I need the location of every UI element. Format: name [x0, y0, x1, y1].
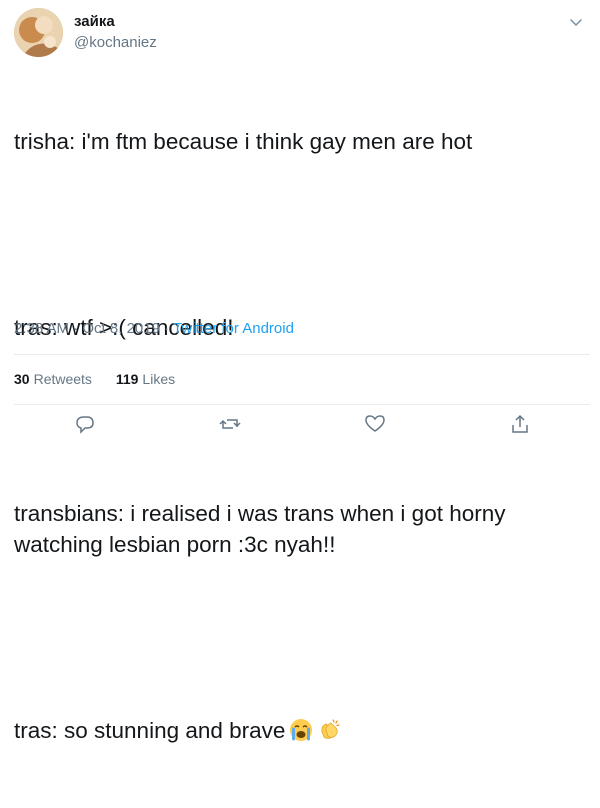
display-name[interactable]: зайка: [74, 12, 157, 31]
user-handle[interactable]: @kochaniez: [74, 33, 157, 53]
tweet-header: зайка @kochaniez: [14, 8, 590, 58]
share-icon[interactable]: [509, 414, 531, 434]
tweet-date[interactable]: Oct 8, 2019: [82, 320, 160, 337]
meta-separator: ·: [164, 320, 170, 337]
divider: [14, 354, 590, 355]
likes-count: 119: [115, 371, 139, 387]
tweet-source-link[interactable]: Twitter for Android: [173, 320, 294, 337]
tweet-text: trisha: i'm ftm because i think gay men …: [14, 64, 574, 808]
divider: [14, 404, 590, 405]
retweets-label: Retweets: [33, 371, 92, 387]
tweet-time[interactable]: 2:38 AM: [14, 320, 69, 337]
tweet-actions: [14, 412, 590, 434]
chevron-down-icon[interactable]: [568, 14, 584, 30]
retweet-icon[interactable]: [219, 414, 241, 434]
tweet-stats: 30 Retweets 119 Likes: [14, 369, 195, 389]
tweet-line: tras: so stunning and brave: [14, 718, 286, 743]
tweet-line: transbians: i realised i was trans when …: [14, 501, 512, 557]
clapping-hands-emoji: [321, 719, 341, 739]
retweets-count: 30: [14, 371, 30, 387]
meta-separator: ·: [73, 320, 79, 337]
tweet-card: зайка @kochaniez trisha: i'm ftm because…: [0, 0, 600, 743]
avatar-image: [14, 8, 63, 57]
likes-stat[interactable]: 119 Likes: [116, 371, 175, 387]
tweet-line-last: tras: so stunning and brave: [14, 715, 574, 746]
reply-icon[interactable]: [74, 414, 96, 434]
retweets-stat[interactable]: 30 Retweets: [14, 371, 92, 387]
avatar[interactable]: [14, 8, 63, 57]
tweet-line: trisha: i'm ftm because i think gay men …: [14, 129, 473, 154]
user-names: зайка @kochaniez: [74, 12, 157, 53]
crying-face-emoji: [290, 719, 313, 741]
tweet-meta: 2:38 AM · Oct 8, 2019 · Twitter for Andr…: [14, 319, 294, 339]
like-icon[interactable]: [364, 414, 386, 434]
likes-label: Likes: [142, 371, 176, 387]
